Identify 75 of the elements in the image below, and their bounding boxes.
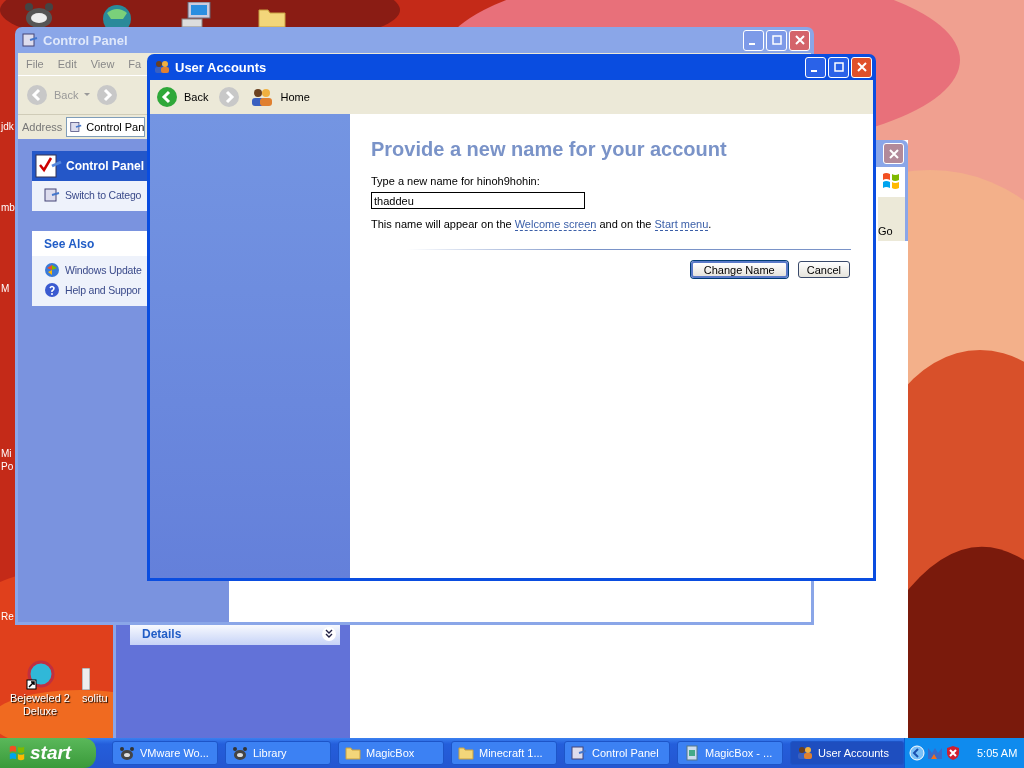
window-title: Control Panel bbox=[43, 32, 129, 48]
taskbar-button[interactable]: MagicBox - ... bbox=[677, 741, 783, 765]
desktop-icon-label[interactable]: Po bbox=[1, 461, 14, 472]
raccoon-icon bbox=[119, 745, 135, 761]
folder-icon bbox=[345, 745, 361, 761]
menu-item[interactable]: Fa bbox=[128, 58, 142, 70]
panel-title: See Also bbox=[44, 236, 95, 251]
minimize-icon bbox=[749, 43, 755, 45]
maximize-icon bbox=[833, 62, 844, 72]
maximize-button[interactable] bbox=[828, 56, 849, 78]
taskbar-button[interactable]: Library bbox=[225, 741, 331, 765]
task-link[interactable]: Help and Suppor bbox=[44, 282, 141, 298]
task-link[interactable]: Windows Update bbox=[44, 262, 142, 278]
help-icon bbox=[44, 282, 60, 298]
close-icon bbox=[856, 62, 867, 72]
menu-item[interactable]: Edit bbox=[57, 58, 77, 70]
control-panel-icon bbox=[22, 32, 38, 48]
users-icon bbox=[154, 59, 170, 75]
desktop-icon-label[interactable]: solitu bbox=[82, 692, 108, 705]
document-icon bbox=[684, 745, 700, 761]
panel-title: Control Panel bbox=[66, 159, 144, 173]
folder-icon bbox=[458, 745, 474, 761]
control-panel-icon bbox=[70, 119, 83, 135]
raccoon-icon[interactable] bbox=[22, 2, 56, 28]
desktop-icon-label[interactable]: Mi bbox=[1, 448, 12, 459]
taskbar-button[interactable]: VMware Wo... bbox=[112, 741, 218, 765]
gem-icon[interactable] bbox=[23, 660, 57, 690]
address-field[interactable]: Control Pan bbox=[66, 117, 146, 137]
home-button[interactable]: Home bbox=[250, 87, 310, 107]
clock: 5:05 AM bbox=[977, 747, 1018, 759]
window-title: User Accounts bbox=[175, 59, 268, 75]
taskbar-button[interactable]: Minecraft 1... bbox=[451, 741, 557, 765]
users-icon bbox=[250, 87, 275, 107]
taskbar-button[interactable]: User Accounts bbox=[790, 741, 904, 765]
windows-logo-icon bbox=[881, 171, 901, 191]
close-button[interactable] bbox=[789, 29, 810, 51]
minimize-button[interactable] bbox=[743, 29, 764, 51]
control-panel-icon bbox=[571, 745, 587, 761]
users-icon bbox=[797, 745, 813, 761]
menu-item[interactable]: View bbox=[90, 58, 115, 70]
name-field[interactable]: thaddeu bbox=[371, 192, 585, 209]
maximize-button[interactable] bbox=[766, 29, 787, 51]
desktop-icon-label[interactable]: M bbox=[1, 283, 10, 294]
address-label: Address bbox=[22, 121, 63, 133]
close-icon bbox=[887, 147, 900, 160]
computer-icon[interactable] bbox=[180, 2, 212, 27]
shield-icon[interactable] bbox=[945, 745, 961, 761]
taskbar-button[interactable]: Control Panel bbox=[564, 741, 670, 765]
info-text: This name will appear on the Welcome screen and on the Start menu. bbox=[371, 218, 713, 230]
minimize-button[interactable] bbox=[805, 56, 826, 78]
chevron-icon[interactable] bbox=[322, 626, 336, 641]
raccoon-icon bbox=[232, 745, 248, 761]
close-button[interactable] bbox=[851, 56, 872, 78]
maximize-icon bbox=[771, 35, 782, 45]
expand-tray-icon[interactable] bbox=[909, 745, 925, 761]
desktop-icon-label[interactable]: jdk bbox=[1, 121, 14, 132]
menu-item[interactable]: File bbox=[26, 58, 44, 70]
taskbar-button[interactable]: MagicBox bbox=[338, 741, 444, 765]
cancel-button[interactable]: Cancel bbox=[797, 261, 850, 278]
control-panel-icon bbox=[44, 187, 60, 203]
globe-icon bbox=[44, 262, 60, 278]
desktop-icon-label[interactable]: mb bbox=[1, 202, 15, 213]
checklist-icon bbox=[34, 152, 62, 180]
windows-logo-icon bbox=[8, 744, 26, 762]
minimize-icon bbox=[811, 70, 817, 72]
page-heading: Provide a new name for your account bbox=[371, 138, 728, 161]
back-button[interactable]: Back bbox=[156, 86, 209, 108]
go-button[interactable]: Go bbox=[878, 225, 893, 237]
start-button[interactable]: start bbox=[0, 738, 96, 768]
welcome-screen-link[interactable]: Welcome screen bbox=[514, 218, 597, 231]
change-name-button[interactable]: Change Name bbox=[690, 261, 788, 278]
desktop-icon-label[interactable]: Bejeweled 2 Deluxe bbox=[4, 692, 76, 718]
field-label: Type a new name for hinoh9hohin: bbox=[371, 175, 541, 187]
desktop-icon-label[interactable]: Re bbox=[1, 611, 14, 622]
close-icon bbox=[794, 35, 805, 45]
